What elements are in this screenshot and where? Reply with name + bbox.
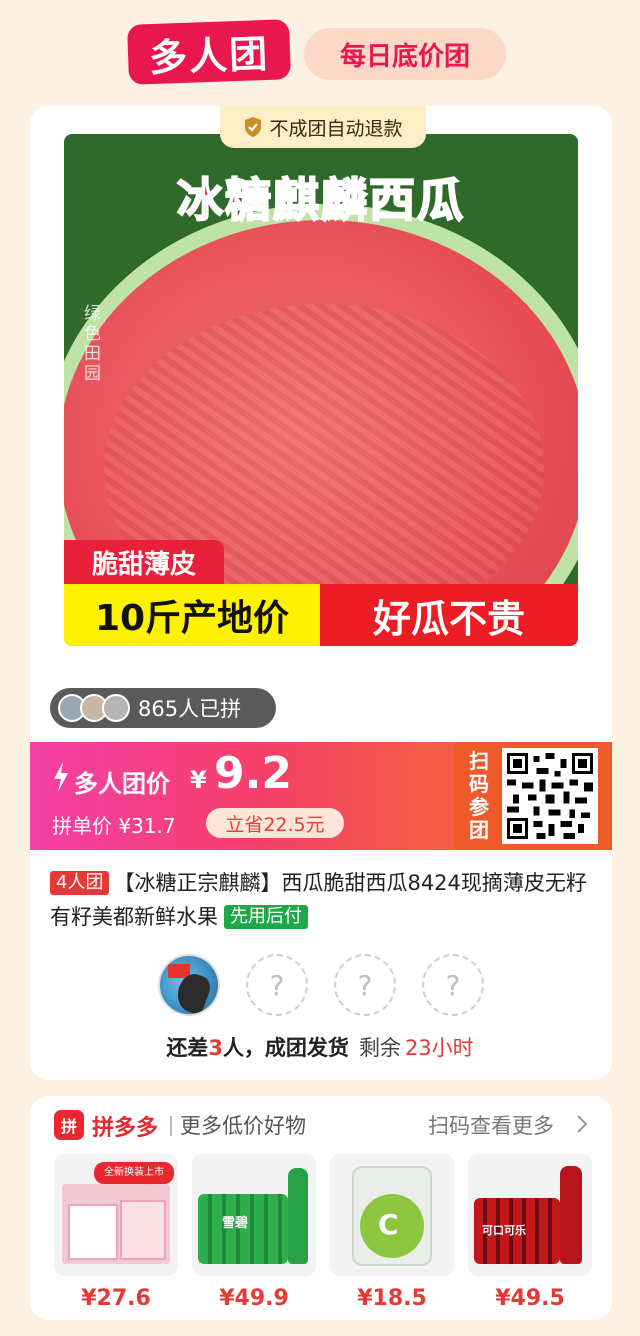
goods-item[interactable]: 雪碧 ¥49.9 bbox=[192, 1154, 316, 1311]
refund-text: 不成团自动退款 bbox=[269, 117, 403, 140]
empty-member-slot: ? bbox=[246, 954, 308, 1016]
logo-text: 多人团 bbox=[148, 31, 270, 80]
brand-name: 拼多多 bbox=[92, 1116, 159, 1141]
joined-count-pill: 865人已拼 bbox=[50, 688, 276, 728]
chevron-right-icon[interactable] bbox=[576, 1114, 588, 1134]
more-goods-card: 拼 拼多多 更多低价好物 扫码查看更多 全新换装上市 ¥27.6 雪碧 ¥49.… bbox=[30, 1096, 612, 1320]
lightning-icon bbox=[54, 762, 68, 792]
empty-member-slot: ? bbox=[334, 954, 396, 1016]
product-image[interactable]: 冰糖麒麟西瓜 绿色田园 脆甜薄皮 10斤产地价 好瓜不贵 bbox=[64, 134, 578, 646]
product-title[interactable]: 4人团 【冰糖正宗麒麟】西瓜脆甜西瓜8424现摘薄皮无籽有籽美都新鲜水果 先用后付 bbox=[50, 866, 594, 934]
remaining-count: 3 bbox=[208, 1036, 223, 1060]
image-price-banner: 10斤产地价 好瓜不贵 bbox=[64, 584, 578, 646]
remaining-time-label: 剩余 bbox=[358, 1036, 401, 1060]
sprite-label: 雪碧 bbox=[222, 1216, 249, 1231]
group-status: 还差3人，成团发货 剩余 23小时 bbox=[0, 1032, 640, 1062]
goods-list: 全新换装上市 ¥27.6 雪碧 ¥49.9 C ¥18.5 可口可乐 ¥49.5 bbox=[54, 1154, 592, 1311]
goods-price: ¥27.6 bbox=[81, 1286, 151, 1311]
pinduoduo-logo-icon: 拼 bbox=[54, 1110, 84, 1140]
tissue-promo-text: 全新换装上市 bbox=[94, 1162, 174, 1184]
cola-bottles-icon: 可口可乐 bbox=[468, 1154, 592, 1276]
qr-code[interactable] bbox=[502, 748, 598, 844]
image-title: 冰糖麒麟西瓜 bbox=[176, 172, 465, 228]
detergent-pouch-icon: C bbox=[330, 1154, 454, 1276]
avatar bbox=[102, 694, 130, 722]
remaining-time: 23小时 bbox=[404, 1036, 474, 1060]
status-suffix: 人，成团发货 bbox=[222, 1036, 349, 1060]
pay-later-tag: 先用后付 bbox=[224, 905, 308, 929]
qr-code-icon bbox=[507, 753, 593, 839]
banner-slogan: 好瓜不贵 bbox=[320, 584, 578, 646]
scan-more-link[interactable]: 扫码查看更多 bbox=[428, 1110, 554, 1140]
savings-badge: 立省22.5元 bbox=[206, 808, 344, 838]
more-goods-label: 更多低价好物 bbox=[180, 1114, 306, 1138]
question-mark-icon: ? bbox=[269, 968, 285, 1002]
shield-check-icon bbox=[245, 117, 262, 137]
logo-char: 拼 bbox=[60, 1117, 77, 1136]
currency-symbol: ¥ bbox=[190, 766, 207, 794]
goods-price: ¥49.9 bbox=[219, 1286, 289, 1311]
question-mark-icon: ? bbox=[357, 968, 373, 1002]
status-prefix: 还差 bbox=[166, 1036, 209, 1060]
goods-price: ¥49.5 bbox=[495, 1286, 565, 1311]
product-title-text: 【冰糖正宗麒麟】西瓜脆甜西瓜8424现摘薄皮无籽有籽美都新鲜水果 bbox=[50, 871, 587, 929]
scan-to-join-label: 扫码参团 bbox=[469, 749, 489, 842]
member-avatar bbox=[158, 954, 220, 1016]
multi-group-logo: 多人团 bbox=[127, 19, 291, 85]
group-price-panel: 多人团价 ¥ 9.2 拼单价 ¥31.7 立省22.5元 bbox=[30, 742, 454, 850]
divider bbox=[170, 1116, 172, 1136]
scan-to-join-panel[interactable]: 扫码参团 bbox=[454, 742, 612, 850]
image-watermark: 绿色田园 bbox=[84, 304, 101, 384]
price-bar: 多人团价 ¥ 9.2 拼单价 ¥31.7 立省22.5元 扫码参团 bbox=[30, 742, 612, 850]
group-price-value: 9.2 bbox=[214, 748, 292, 799]
goods-item[interactable]: 全新换装上市 ¥27.6 bbox=[54, 1154, 178, 1311]
cola-label: 可口可乐 bbox=[482, 1224, 526, 1237]
image-feature-tag: 脆甜薄皮 bbox=[64, 540, 224, 584]
single-price: 拼单价 ¥31.7 bbox=[52, 814, 176, 838]
goods-item[interactable]: C ¥18.5 bbox=[330, 1154, 454, 1311]
goods-item[interactable]: 可口可乐 ¥49.5 bbox=[468, 1154, 592, 1311]
tissue-pack-icon: 全新换装上市 bbox=[54, 1154, 178, 1276]
header: 多人团 每日底价团 bbox=[0, 0, 640, 100]
refund-guarantee-pill: 不成团自动退款 bbox=[220, 106, 426, 148]
goods-price: ¥18.5 bbox=[357, 1286, 427, 1311]
joined-count: 865人已拼 bbox=[138, 697, 242, 721]
group-price-label: 多人团价 bbox=[74, 770, 170, 798]
sprite-bottles-icon: 雪碧 bbox=[192, 1154, 316, 1276]
group-size-tag: 4人团 bbox=[50, 871, 110, 895]
question-mark-icon: ? bbox=[445, 968, 461, 1002]
banner-origin-price: 10斤产地价 bbox=[64, 584, 320, 646]
detergent-label: C bbox=[378, 1208, 399, 1241]
daily-low-price-tag: 每日底价团 bbox=[304, 28, 506, 80]
empty-member-slot: ? bbox=[422, 954, 484, 1016]
